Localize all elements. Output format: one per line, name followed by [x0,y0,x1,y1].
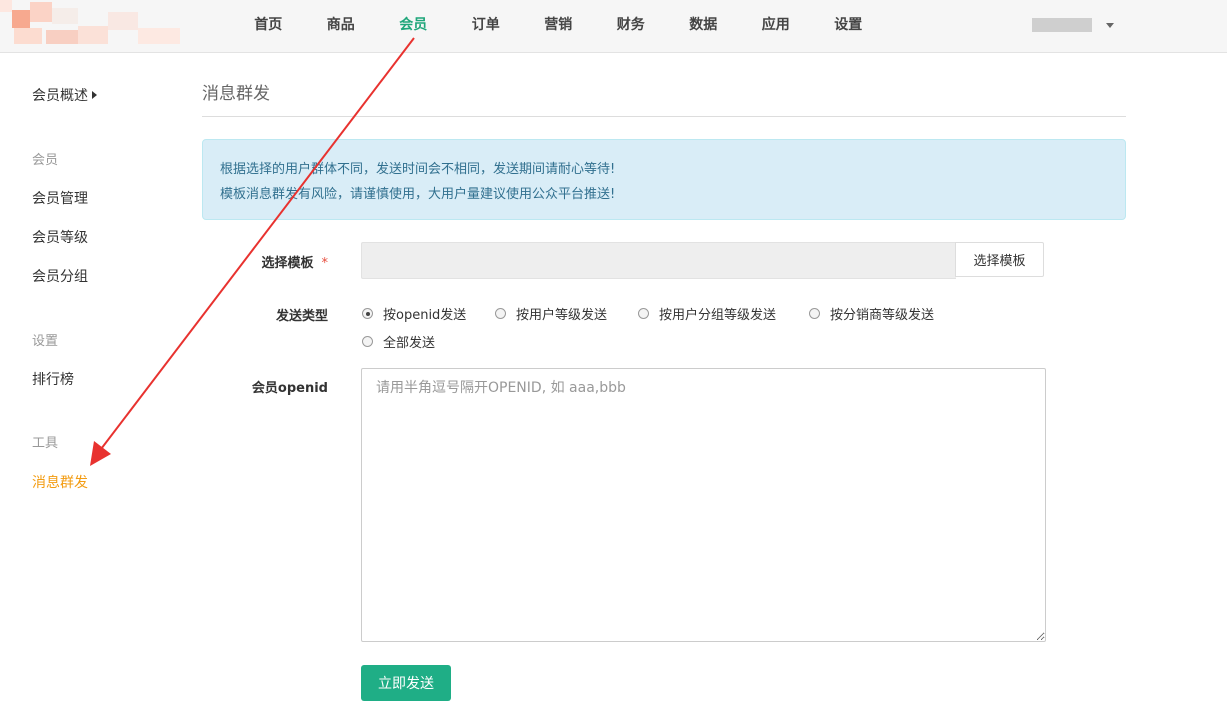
nav-item-marketing[interactable]: 营销 [522,0,595,52]
radio-by-user-level[interactable]: 按用户等级发送 [495,304,607,323]
nav-item-apps[interactable]: 应用 [740,0,813,52]
sidebar-item-ranking[interactable]: 排行榜 [32,369,74,389]
caret-right-icon [92,91,97,99]
user-menu[interactable] [1032,14,1114,36]
radio-icon [495,308,506,319]
top-navbar: 首页 商品 会员 订单 营销 财务 数据 应用 设置 [0,0,1227,53]
radio-by-group-level[interactable]: 按用户分组等级发送 [638,304,776,323]
sidebar-group-settings: 设置 [32,334,59,349]
send-type-label: 发送类型 [275,309,328,324]
nav-item-data[interactable]: 数据 [667,0,740,52]
nav-item-home[interactable]: 首页 [232,0,305,52]
alert-line-2: 模板消息群发有风险，请谨慎使用，大用户量建议使用公众平台推送! [220,187,616,202]
send-now-button[interactable]: 立即发送 [361,665,451,701]
sidebar-item-overview[interactable]: 会员概述 [32,85,97,105]
radio-icon [809,308,820,319]
info-alert: 根据选择的用户群体不同，发送时间会不相同，发送期间请耐心等待! 模板消息群发有风… [202,139,1126,220]
sidebar-group-tools: 工具 [32,436,59,451]
radio-icon [362,308,373,319]
sidebar-item-group[interactable]: 会员分组 [32,266,88,286]
sidebar-item-broadcast[interactable]: 消息群发 [32,472,88,492]
openid-textarea[interactable] [361,368,1046,642]
required-mark: * [321,256,329,271]
sidebar-group-member: 会员 [32,153,59,168]
radio-send-all[interactable]: 全部发送 [362,332,435,351]
nav-item-finance[interactable]: 财务 [595,0,668,52]
radio-icon [638,308,649,319]
template-input[interactable] [361,242,956,279]
nav-item-goods[interactable]: 商品 [305,0,378,52]
user-avatar [1032,18,1092,32]
alert-line-1: 根据选择的用户群体不同，发送时间会不相同，发送期间请耐心等待! [220,162,616,177]
sidebar-item-level[interactable]: 会员等级 [32,227,88,247]
nav-item-orders[interactable]: 订单 [450,0,523,52]
nav-item-member[interactable]: 会员 [377,0,450,52]
title-divider [202,116,1126,117]
template-label: 选择模板 * [261,256,329,271]
openid-label: 会员openid [251,381,328,396]
sidebar: 会员概述 会员 会员管理 会员等级 会员分组 设置 排行榜 工具 消息群发 [0,53,180,695]
page-title: 消息群发 [202,84,270,104]
radio-by-distributor-level[interactable]: 按分销商等级发送 [809,304,934,323]
caret-down-icon [1106,22,1114,28]
radio-icon [362,336,373,347]
radio-by-openid[interactable]: 按openid发送 [362,304,466,323]
nav-item-settings[interactable]: 设置 [812,0,885,52]
main-nav: 首页 商品 会员 订单 营销 财务 数据 应用 设置 [232,0,885,52]
logo [0,0,180,52]
select-template-button[interactable]: 选择模板 [955,242,1044,277]
sidebar-item-manage[interactable]: 会员管理 [32,188,88,208]
